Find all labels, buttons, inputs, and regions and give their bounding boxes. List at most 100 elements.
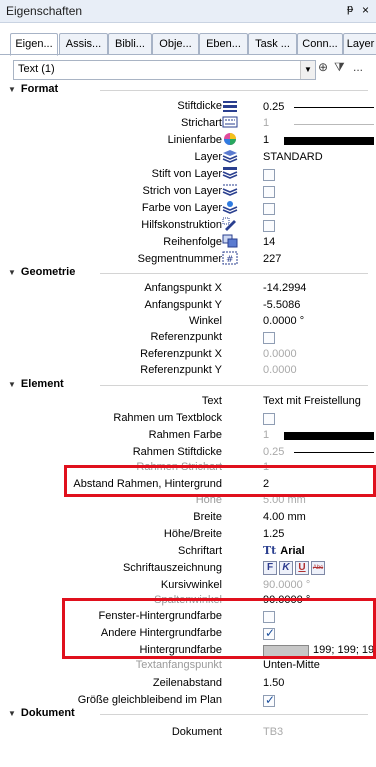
tab-divider: [0, 54, 376, 55]
section-divider: [100, 385, 368, 386]
section-format[interactable]: ▼ Format: [8, 83, 368, 95]
section-divider: [100, 273, 368, 274]
label-stiftdicke: Stiftdicke: [177, 100, 222, 112]
svg-text:#: #: [226, 255, 234, 265]
section-dokument-title: Dokument: [20, 707, 75, 719]
label-text: Text: [201, 395, 222, 407]
value-linienfarbe[interactable]: 1: [263, 134, 269, 146]
value-segmentnummer[interactable]: 227: [263, 253, 281, 265]
label-referenzpunkt: Referenzpunkt: [150, 331, 222, 343]
label-hilfskonstruktion: Hilfskonstruktion: [141, 219, 222, 231]
label-farbe-von-layer: Farbe von Layer: [141, 202, 222, 214]
section-geometrie[interactable]: ▼ Geometrie: [8, 266, 368, 278]
pen-from-layer-icon: [222, 166, 238, 180]
color-wheel-icon: [222, 132, 238, 146]
value-winkel[interactable]: 0.0000 °: [263, 315, 304, 327]
tab-task[interactable]: Task ...: [248, 33, 297, 55]
collapse-icon[interactable]: ▼: [8, 709, 16, 718]
tab-ebenen[interactable]: Eben...: [199, 33, 248, 55]
more-button[interactable]: ...: [353, 60, 363, 74]
checkbox-referenzpunkt[interactable]: [263, 332, 275, 344]
label-segmentnummer: Segmentnummer: [137, 253, 222, 265]
label-strichart: Strichart: [181, 117, 222, 129]
object-selector[interactable]: Text (1) ▼: [13, 60, 316, 80]
tab-assistent[interactable]: Assis...: [59, 33, 108, 55]
value-referenzpunkt-y[interactable]: 0.0000: [263, 364, 297, 376]
collapse-icon[interactable]: ▼: [8, 380, 16, 389]
label-referenzpunkt-x: Referenzpunkt X: [140, 348, 222, 360]
label-schriftart: Schriftart: [177, 545, 222, 557]
value-stiftdicke[interactable]: 0.25: [263, 101, 284, 113]
value-rahmen-farbe[interactable]: 1: [263, 429, 269, 441]
close-icon[interactable]: ×: [362, 3, 369, 17]
section-dokument[interactable]: ▼ Dokument: [8, 707, 368, 719]
zoom-icon[interactable]: ⊕: [318, 60, 328, 74]
strikethrough-button[interactable]: Abc: [311, 561, 325, 575]
pen-preview-line: [294, 107, 374, 108]
value-zeilenabstand[interactable]: 1.50: [263, 677, 284, 689]
label-strich-von-layer: Strich von Layer: [142, 185, 222, 197]
chevron-down-icon[interactable]: ▼: [300, 61, 315, 79]
label-stift-von-layer: Stift von Layer: [151, 168, 222, 180]
value-text[interactable]: Text mit Freistellung: [263, 395, 361, 407]
tab-bar: Eigen... Assis... Bibli... Obje... Eben.…: [0, 33, 376, 56]
collapse-icon[interactable]: ▼: [8, 268, 16, 277]
checkbox-rahmen-um-textblock[interactable]: [263, 413, 275, 425]
value-textanfangspunkt[interactable]: Unten-Mitte: [263, 659, 320, 671]
label-schriftauszeichnung: Schriftauszeichnung: [122, 562, 222, 574]
truetype-font-icon: Tt: [263, 544, 277, 557]
highlight-box-abstand: [64, 465, 376, 497]
value-anfangspunkt-x[interactable]: -14.2994: [263, 282, 306, 294]
checkbox-strich-von-layer[interactable]: [263, 186, 275, 198]
line-from-layer-icon: [222, 183, 238, 197]
value-layer[interactable]: STANDARD: [263, 151, 323, 163]
label-linienfarbe: Linienfarbe: [167, 134, 222, 146]
label-reihenfolge: Reihenfolge: [163, 236, 222, 248]
value-hoehe-breite[interactable]: 1.25: [263, 528, 284, 540]
frame-pen-preview: [294, 452, 374, 453]
section-format-title: Format: [20, 83, 59, 95]
value-reihenfolge[interactable]: 14: [263, 236, 275, 248]
label-kursivwinkel: Kursivwinkel: [160, 579, 222, 591]
tab-objekte[interactable]: Obje...: [152, 33, 199, 55]
label-dokument: Dokument: [171, 726, 222, 738]
value-referenzpunkt-x[interactable]: 0.0000: [263, 348, 297, 360]
label-zeilenabstand: Zeilenabstand: [152, 677, 222, 689]
tab-layer[interactable]: Layer: [343, 33, 376, 55]
color-from-layer-icon: [222, 200, 238, 214]
filter-icon[interactable]: ⧩: [334, 60, 345, 75]
value-anfangspunkt-y[interactable]: -5.5086: [263, 299, 300, 311]
tab-eigenschaften[interactable]: Eigen...: [10, 33, 58, 56]
bold-button[interactable]: F: [263, 561, 277, 575]
checkbox-groesse-gleichbleibend[interactable]: [263, 693, 275, 707]
italic-button[interactable]: K: [279, 561, 293, 575]
value-schriftart[interactable]: Tt Arial: [263, 544, 305, 557]
value-rahmen-stiftdicke[interactable]: 0.25: [263, 446, 284, 458]
tab-bibliothek[interactable]: Bibli...: [108, 33, 152, 55]
section-element[interactable]: ▼ Element: [8, 378, 368, 390]
value-strichart[interactable]: 1: [263, 117, 269, 129]
section-divider: [100, 90, 368, 91]
collapse-icon[interactable]: ▼: [8, 85, 16, 94]
label-hoehe-breite: Höhe/Breite: [163, 528, 222, 540]
font-name: Arial: [280, 545, 305, 557]
panel-title: Eigenschaften: [6, 4, 83, 18]
section-divider: [100, 714, 368, 715]
object-selector-value: Text (1): [18, 63, 55, 75]
underline-button[interactable]: U: [295, 561, 309, 575]
checkbox-farbe-von-layer[interactable]: [263, 203, 275, 215]
label-groesse-gleichbleibend: Größe gleichbleibend im Plan: [77, 694, 222, 706]
checkbox-hilfskonstruktion[interactable]: [263, 220, 275, 232]
checkbox-stift-von-layer[interactable]: [263, 169, 275, 181]
segment-number-icon: #: [222, 251, 238, 265]
line-type-preview: [294, 124, 374, 125]
label-referenzpunkt-y: Referenzpunkt Y: [140, 364, 222, 376]
frame-color-swatch: [284, 432, 374, 440]
value-kursivwinkel[interactable]: 90.0000 °: [263, 579, 310, 591]
value-breite[interactable]: 4.00 mm: [263, 511, 306, 523]
tab-connect[interactable]: Conn...: [297, 33, 343, 55]
pen-thickness-icon: [222, 99, 238, 113]
pin-icon[interactable]: ᵽ: [347, 3, 353, 15]
value-dokument[interactable]: TB3: [263, 726, 283, 738]
section-element-title: Element: [20, 378, 64, 390]
